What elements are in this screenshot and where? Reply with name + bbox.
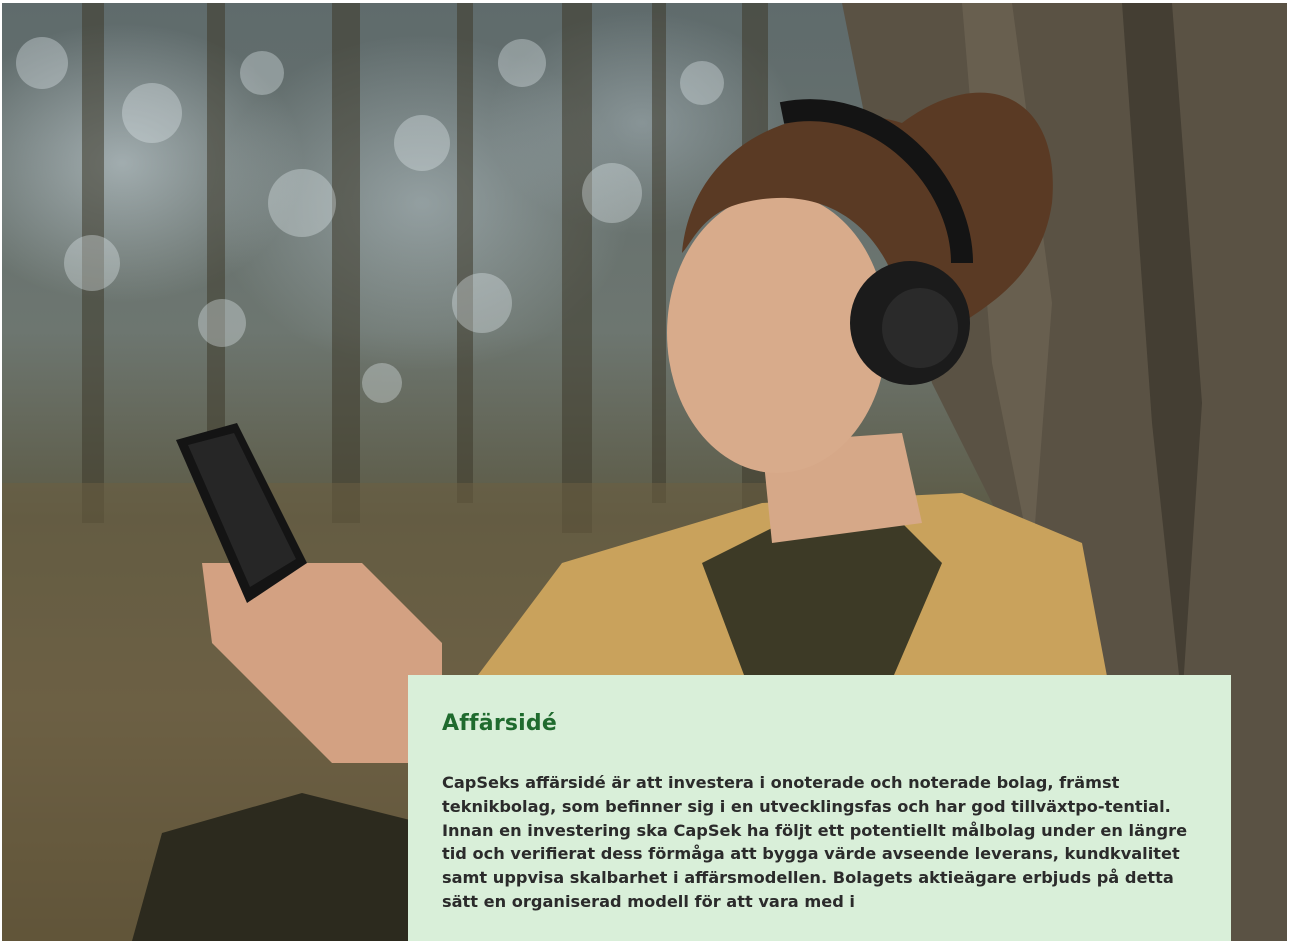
business-idea-title: Affärsidé (442, 711, 557, 736)
page: Affärsidé CapSeks affärsidé är att inves… (0, 0, 1289, 941)
business-idea-body: CapSeks affärsidé är att investera i ono… (442, 773, 1188, 911)
business-idea-card: Affärsidé CapSeks affärsidé är att inves… (408, 675, 1231, 941)
